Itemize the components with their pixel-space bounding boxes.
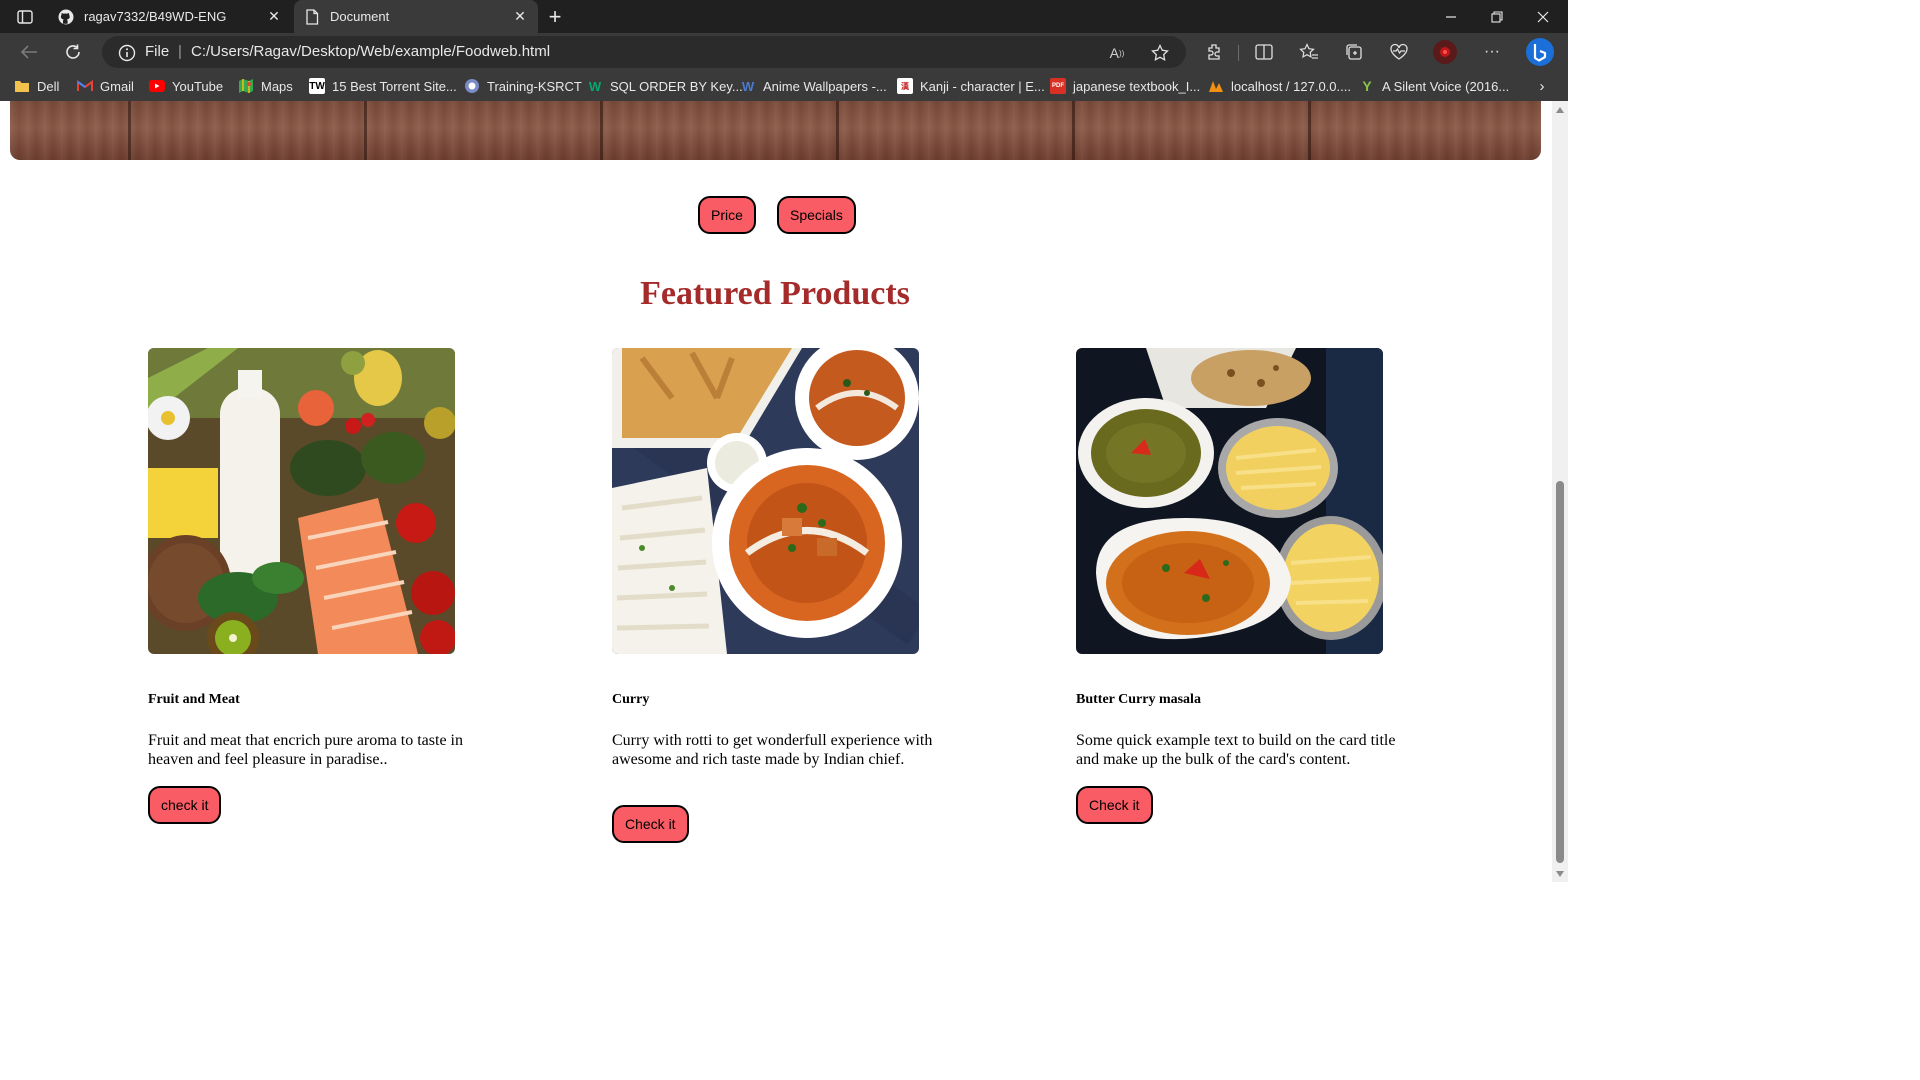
butter-curry-masala-image (1076, 348, 1383, 654)
close-icon[interactable]: ✕ (266, 8, 282, 25)
fruit-and-meat-image (148, 348, 455, 654)
bookmark-training-ksrct[interactable]: Training-KSRCT (464, 77, 582, 95)
curry-image (612, 348, 919, 654)
vertical-scrollbar[interactable] (1552, 101, 1568, 882)
bookmark-gmail[interactable]: Gmail (77, 77, 134, 95)
card-text: Some quick example text to build on the … (1076, 732, 1396, 768)
tw-icon: TW (309, 78, 325, 94)
card-title: Fruit and Meat (148, 692, 240, 707)
bookmark-maps[interactable]: Maps (238, 77, 293, 95)
bookmark-kanji[interactable]: 漢 Kanji - character | E... (897, 77, 1045, 95)
tab-document[interactable]: Document ✕ (294, 0, 538, 33)
collections-icon[interactable] (1339, 38, 1369, 66)
bookmark-localhost[interactable]: localhost / 127.0.0.... (1208, 77, 1351, 95)
address-separator: | (178, 43, 182, 60)
close-icon[interactable]: ✕ (512, 8, 528, 25)
github-icon (58, 9, 74, 25)
refresh-icon[interactable] (58, 38, 88, 66)
youtube-icon (149, 78, 165, 94)
bookmark-label: localhost / 127.0.0.... (1231, 78, 1351, 94)
bookmark-label: Kanji - character | E... (920, 78, 1045, 94)
more-options-icon[interactable]: ··· (1477, 38, 1507, 66)
page-title: Featured Products (640, 275, 910, 312)
card-text: Curry with rotti to get wonderfull exper… (612, 732, 933, 768)
toolbar-divider (1238, 45, 1239, 61)
bookmarks-bar: Dell Gmail YouTube Maps TW 15 Best Torre… (0, 71, 1568, 101)
bookmark-torrent[interactable]: TW 15 Best Torrent Site... (309, 77, 457, 95)
document-icon (304, 8, 320, 25)
tab-actions-icon[interactable] (12, 6, 38, 28)
extensions-icon[interactable] (1199, 38, 1229, 66)
toolbar: File | C:/Users/Ragav/Desktop/Web/exampl… (0, 33, 1568, 71)
new-tab-icon[interactable]: + (542, 4, 568, 30)
price-button[interactable]: Price (698, 196, 756, 234)
phpmyadmin-icon (1208, 78, 1224, 94)
bookmark-label: japanese textbook_I... (1073, 78, 1201, 94)
bookmark-sql-order-by[interactable]: W SQL ORDER BY Key... (587, 77, 743, 95)
tab-title: Document (330, 9, 390, 24)
ksrct-icon (464, 78, 480, 94)
bookmark-a-silent-voice[interactable]: Y A Silent Voice (2016... (1359, 77, 1509, 95)
minimize-icon[interactable] (1428, 0, 1474, 33)
specials-button[interactable]: Specials (777, 196, 856, 234)
scroll-up-arrow-icon[interactable] (1556, 107, 1564, 113)
pdf-icon: PDF (1050, 78, 1066, 94)
address-bar[interactable]: File | C:/Users/Ragav/Desktop/Web/exampl… (102, 36, 1186, 68)
tab-bar: ragav7332/B49WD-ENG ✕ Document ✕ + (0, 0, 1568, 33)
w3schools-icon: W (588, 78, 602, 94)
bookmark-japanese-textbook[interactable]: PDF japanese textbook_I... (1050, 77, 1200, 95)
window-close-icon[interactable] (1520, 0, 1566, 33)
back-icon[interactable] (14, 38, 44, 66)
card-text: Fruit and meat that encrich pure aroma t… (148, 732, 463, 768)
url-text[interactable]: C:/Users/Ragav/Desktop/Web/example/Foodw… (191, 43, 550, 60)
browser-essentials-icon[interactable] (1384, 38, 1414, 66)
y-icon: Y (1362, 78, 1372, 94)
card-title: Butter Curry masala (1076, 692, 1201, 707)
bookmark-dell[interactable]: Dell (14, 77, 59, 95)
tab-title: ragav7332/B49WD-ENG (84, 9, 227, 24)
check-it-button[interactable]: Check it (1076, 786, 1153, 824)
split-screen-icon[interactable] (1249, 38, 1279, 66)
wallpapers-icon: W (741, 78, 755, 94)
gmail-icon (77, 78, 93, 94)
hero-wood-banner (10, 101, 1541, 160)
scrollbar-thumb[interactable] (1556, 481, 1564, 863)
check-it-button[interactable]: Check it (612, 805, 689, 843)
read-aloud-icon[interactable]: A)) (1106, 42, 1128, 64)
tab-github[interactable]: ragav7332/B49WD-ENG ✕ (48, 0, 292, 33)
page-viewport: Price Specials Featured Products Fruit a… (0, 101, 1552, 882)
folder-icon (14, 78, 30, 94)
scroll-down-arrow-icon[interactable] (1556, 871, 1564, 877)
bookmark-label: Anime Wallpapers -... (763, 78, 887, 94)
scheme-label: File (145, 43, 170, 60)
bookmark-label: 15 Best Torrent Site... (332, 78, 457, 94)
maps-icon (238, 78, 254, 94)
bookmark-label: SQL ORDER BY Key... (610, 78, 743, 94)
bookmark-label: YouTube (172, 78, 224, 94)
kanji-icon: 漢 (897, 78, 913, 94)
info-icon[interactable] (118, 44, 136, 62)
profile-avatar-icon[interactable] (1430, 38, 1460, 66)
check-it-button[interactable]: check it (148, 786, 222, 824)
bookmark-label: Gmail (100, 78, 134, 94)
bing-copilot-icon[interactable] (1522, 38, 1558, 66)
bookmark-label: Training-KSRCT (487, 78, 582, 94)
restore-icon[interactable] (1474, 0, 1520, 33)
bookmark-label: A Silent Voice (2016... (1382, 78, 1510, 94)
favorites-icon[interactable] (1294, 38, 1324, 66)
bookmark-label: Dell (37, 78, 60, 94)
bookmark-anime-wallpapers[interactable]: W Anime Wallpapers -... (740, 77, 887, 95)
chevron-right-icon[interactable]: › (1532, 77, 1552, 95)
bookmark-label: Maps (261, 78, 293, 94)
favorite-star-icon[interactable] (1149, 42, 1171, 64)
bookmark-youtube[interactable]: YouTube (149, 77, 223, 95)
card-title: Curry (612, 692, 650, 707)
